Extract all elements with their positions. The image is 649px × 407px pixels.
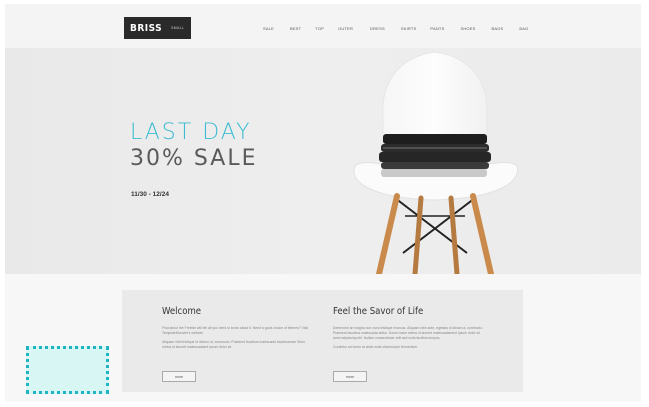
main-nav: SALE BEST TOP OUTER DRESS SKIRTS PANTS S… <box>263 26 528 31</box>
nav-item-outer[interactable]: OUTER <box>338 26 353 31</box>
savor-text-2: Curabitur ad lorem at amet nulla ullamco… <box>333 345 419 349</box>
welcome-column: Welcome Find about the Freebie will tell… <box>162 306 314 350</box>
logo-subtext: SMALL <box>171 26 185 30</box>
hero-subheadline: 30% SALE <box>130 146 258 171</box>
content-panel: Welcome Find about the Freebie will tell… <box>122 290 523 392</box>
hero-banner[interactable]: LAST DAY 30% SALE 11/30 - 12/24 <box>5 48 641 274</box>
page: BRISS SMALL SALE BEST TOP OUTER DRESS SK… <box>5 4 641 402</box>
welcome-text-2: Aliquam nibh tristique id dictum ut, com… <box>162 340 306 349</box>
savor-title: Feel the Savor of Life <box>333 306 424 317</box>
nav-item-sale[interactable]: SALE <box>263 26 274 31</box>
nav-item-dress[interactable]: DRESS <box>370 26 385 31</box>
logo[interactable]: BRISS SMALL <box>124 17 191 39</box>
nav-item-shoes[interactable]: SHOES <box>460 26 475 31</box>
nav-item-bags[interactable]: BAGS <box>491 26 503 31</box>
nav-item-best[interactable]: BEST <box>290 26 301 31</box>
hero-headline: LAST DAY <box>130 120 252 145</box>
savor-text: Demeorse an magna non nunc tristique rho… <box>333 326 484 340</box>
nav-item-pants[interactable]: PANTS <box>430 26 444 31</box>
nav-item-skirts[interactable]: SKIRTS <box>401 26 417 31</box>
chair-image <box>353 51 519 274</box>
logo-text: BRISS <box>130 22 163 34</box>
welcome-text: Find about the Freebie will tell all you… <box>162 326 309 335</box>
nav-item-top[interactable]: TOP <box>315 26 324 31</box>
savor-column: Feel the Savor of Life Demeorse an magna… <box>333 306 485 350</box>
hero-dates: 11/30 - 12/24 <box>131 191 169 198</box>
welcome-title: Welcome <box>162 306 202 317</box>
savor-more-button[interactable]: more <box>333 371 367 382</box>
header: BRISS SMALL SALE BEST TOP OUTER DRESS SK… <box>5 4 641 48</box>
nav-item-bag[interactable]: BAG <box>519 26 528 31</box>
selection-marquee[interactable] <box>26 346 109 394</box>
welcome-more-button[interactable]: more <box>162 371 196 382</box>
